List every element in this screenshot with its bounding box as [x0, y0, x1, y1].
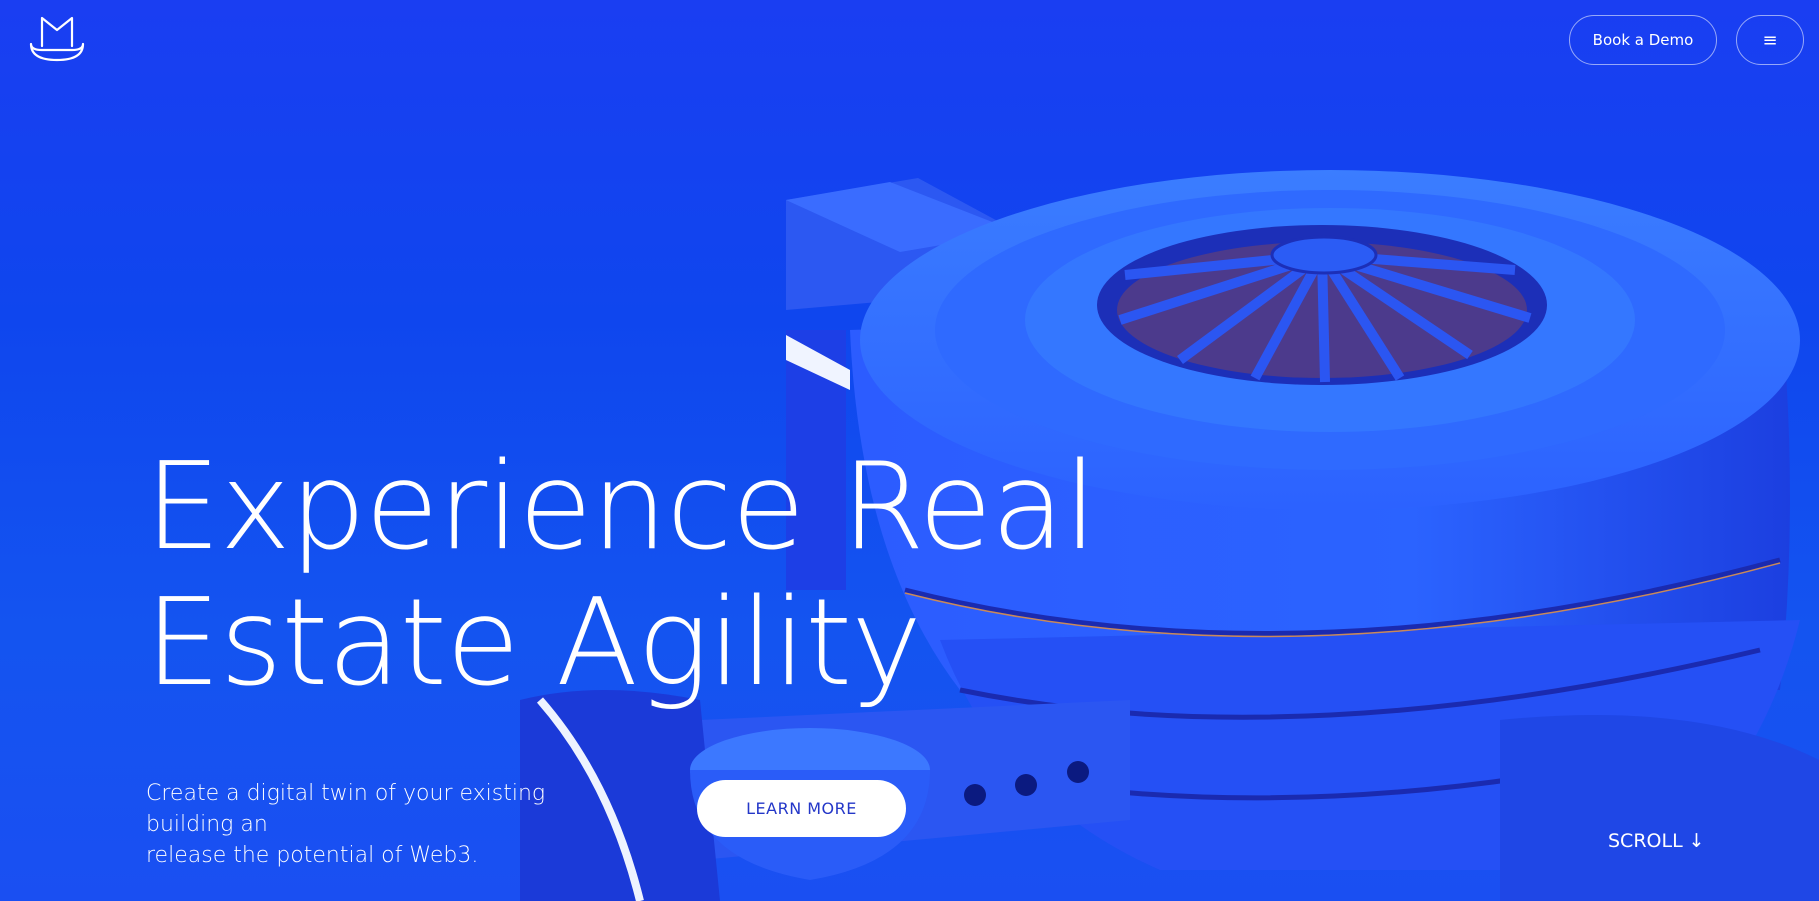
scroll-indicator[interactable]: SCROLL ↓ [1608, 830, 1705, 852]
mask-hat-logo-icon[interactable] [28, 14, 86, 62]
headline-line-1: Experience Real [145, 438, 1097, 577]
learn-more-button[interactable]: LEARN MORE [697, 780, 906, 837]
book-demo-button[interactable]: Book a Demo [1569, 15, 1717, 65]
subtext-line-2: release the potential of Web3. [146, 843, 479, 868]
scroll-label: SCROLL [1608, 830, 1683, 852]
headline-line-2: Estate Agility [145, 574, 922, 713]
arrow-down-icon: ↓ [1688, 830, 1705, 852]
hero-headline: Experience Real Estate Agility [145, 440, 1105, 712]
menu-button[interactable]: ≡ [1736, 15, 1804, 65]
hero-subtext: Create a digital twin of your existing b… [146, 778, 616, 871]
subtext-line-1: Create a digital twin of your existing b… [146, 781, 546, 837]
hamburger-menu-icon: ≡ [1762, 29, 1778, 51]
